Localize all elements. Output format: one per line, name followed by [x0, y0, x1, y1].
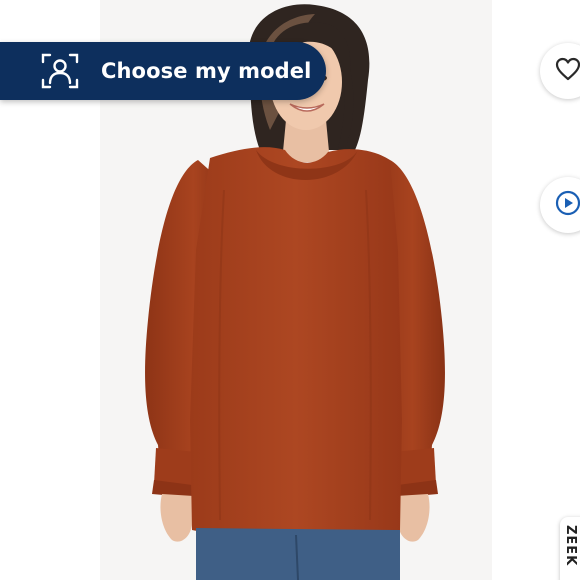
play-video-button[interactable]	[540, 177, 580, 233]
favorite-button[interactable]	[540, 43, 580, 99]
side-tab[interactable]: ZEEK	[560, 517, 580, 580]
side-tab-label: ZEEK	[563, 525, 578, 567]
choose-my-model-button[interactable]: Choose my model	[0, 42, 326, 100]
product-gallery: Choose my model ZEEK	[0, 0, 580, 580]
play-icon	[555, 190, 580, 220]
person-scan-icon	[41, 52, 79, 90]
heart-icon	[555, 57, 580, 85]
choose-my-model-label: Choose my model	[101, 59, 312, 83]
